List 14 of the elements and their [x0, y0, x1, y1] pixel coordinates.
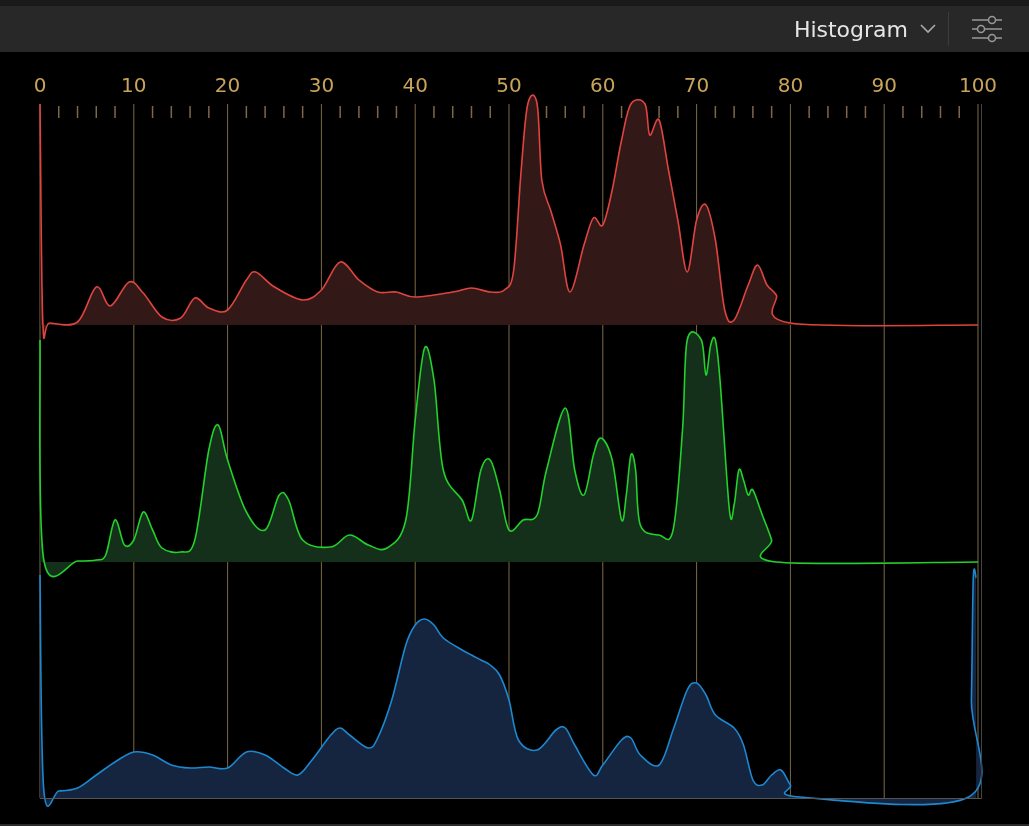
- sliders-icon: [971, 15, 1003, 43]
- axis-label: 80: [777, 73, 804, 97]
- axis-label: 10: [121, 73, 147, 97]
- axis-label: 90: [871, 73, 897, 97]
- axis-label: 30: [308, 73, 335, 97]
- axis-label: 100: [958, 73, 998, 97]
- chevron-down-icon: [920, 24, 936, 34]
- axis-label: 0: [33, 73, 47, 97]
- axis-label: 20: [214, 73, 241, 97]
- axis-label: 40: [402, 73, 428, 97]
- axis-label: 70: [683, 73, 710, 97]
- axis-label: 50: [496, 73, 522, 97]
- histogram-dropdown[interactable]: Histogram: [787, 16, 948, 42]
- axis-label: 60: [590, 73, 616, 97]
